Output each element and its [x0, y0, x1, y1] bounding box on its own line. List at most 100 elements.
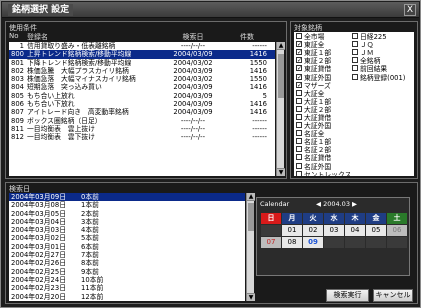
date-value: 2004年02月25日	[11, 267, 66, 276]
list-item[interactable]: 2004年03月05日 2本前	[9, 210, 245, 218]
checkbox[interactable]	[352, 49, 358, 56]
scroll-up-arrow-icon[interactable]: ▲	[247, 193, 255, 201]
calendar-day	[345, 237, 365, 248]
calendar-weekday: 金	[366, 213, 386, 224]
scroll-thumb[interactable]	[278, 54, 284, 98]
checkbox[interactable]	[296, 89, 302, 96]
checkbox[interactable]	[352, 41, 358, 48]
prev-month-icon[interactable]: ◀	[316, 200, 321, 208]
calendar-day[interactable]: 08	[282, 237, 302, 248]
cell-date: 2004/03/09	[173, 66, 213, 75]
column-header-name[interactable]: 登録名	[27, 32, 161, 41]
markets-panel: 対象銘柄 全市場 ✓ 東証全 ✓ 東証１部 ✓ 東証２部 ✓ 東証貸借 ✓ 東証外国 ✓ マザーズ 大証全…	[290, 21, 418, 179]
column-header-no[interactable]: No	[9, 32, 27, 41]
checkbox[interactable]: ✓	[296, 41, 302, 48]
column-header-count[interactable]: 件数	[225, 32, 269, 41]
checkbox[interactable]	[352, 73, 358, 80]
markets-list: 全市場 ✓ 東証全 ✓ 東証１部 ✓ 東証２部 ✓ 東証貸借 ✓ 東証外国 ✓ マザーズ 大証全 大証１部大…	[294, 32, 414, 176]
checkbox[interactable]	[296, 33, 302, 40]
table-row[interactable]: 803 株価急落 大幅マイナスカイリ銘柄 2004/03/02 1550	[9, 75, 275, 83]
cell-date	[161, 166, 225, 174]
calendar-weekday: 月	[282, 213, 302, 224]
list-item[interactable]: 2004年02月26日 8本前	[9, 259, 245, 267]
table-row[interactable]	[9, 142, 275, 150]
checkbox[interactable]	[296, 122, 302, 129]
cell-name	[27, 166, 161, 174]
checkbox[interactable]: ✓	[296, 73, 302, 80]
list-item[interactable]: 2004年03月01日 6本前	[9, 243, 245, 251]
table-row[interactable]	[9, 158, 275, 166]
checkbox[interactable]	[296, 130, 302, 137]
close-button[interactable]: X	[404, 4, 416, 16]
table-row[interactable]: 809 ボックス圏銘柄（日足） ----/--/-- ------	[9, 117, 275, 125]
list-item[interactable]: 2004年02月23日 11本前	[9, 284, 245, 292]
table-row[interactable]: 1 信用貸取り盛み・低表離銘柄 ----/--/-- ------	[9, 42, 275, 50]
calendar-day[interactable]: 02	[303, 225, 323, 236]
checkbox[interactable]	[296, 97, 302, 104]
table-row[interactable]: 805 もち合い上放れ 2004/03/09 5	[9, 92, 275, 100]
calendar-day[interactable]: 07	[261, 237, 281, 248]
title-bar[interactable]: 銘柄選択 設定 X	[2, 2, 419, 18]
scroll-down-arrow-icon[interactable]: ▼	[247, 293, 255, 301]
date-value: 2004年02月23日	[11, 284, 66, 293]
table-row[interactable]: 811 一目均衡表 雲上抜け ----/--/-- ------	[9, 125, 275, 133]
table-row[interactable]: 807 アイトレード向き 高変動率銘柄 2004/03/09 1416	[9, 108, 275, 116]
table-row[interactable]: 812 一目均衡表 雲下抜け ----/--/-- ------	[9, 133, 275, 141]
calendar-day[interactable]: 05	[366, 225, 386, 236]
list-item[interactable]: 2004年03月02日 5本前	[9, 234, 245, 242]
bars-ago: 12本前	[81, 292, 104, 301]
checkbox[interactable]	[296, 162, 302, 169]
checkbox[interactable]: ✓	[296, 57, 302, 64]
list-item[interactable]: 2004年03月04日 3本前	[9, 218, 245, 226]
market-label: セントレックス	[304, 170, 352, 176]
calendar-day[interactable]: 04	[345, 225, 365, 236]
checkbox[interactable]: ✓	[296, 65, 302, 72]
scroll-down-arrow-icon[interactable]: ▼	[277, 168, 285, 176]
table-row[interactable]: 801 下降トレンド銘柄検索/移動平均線 2004/03/02 1550	[9, 59, 275, 67]
checkbox[interactable]	[352, 33, 358, 40]
cell-name: 一目均衡表 雲下抜け	[27, 133, 95, 142]
next-month-icon[interactable]: ▶	[352, 200, 357, 208]
market-checkbox-item[interactable]: 銘柄登録(001)	[352, 72, 405, 82]
search-date-list[interactable]: 2004年03月09日 0本前 2004年03月08日 1本前 2004年03月05日 2…	[9, 193, 245, 301]
table-row[interactable]: 800 上昇トレンド銘柄検索/移動平均線 2004/03/09 1416	[9, 50, 275, 59]
checkbox[interactable]	[296, 113, 302, 120]
table-row[interactable]: 804 短期急落 突っ込み買い 2004/03/09 1416	[9, 83, 275, 91]
list-item[interactable]: 2004年02月20日 12本前	[9, 293, 245, 301]
table-row[interactable]: 802 株価急騰 大幅プラスカイリ銘柄 2004/03/09 1416	[9, 67, 275, 75]
checkbox[interactable]	[352, 57, 358, 64]
cell-date: 2004/03/09	[173, 83, 213, 92]
table-row[interactable]: 806 もち合い下放れ 2004/03/09 1416	[9, 100, 275, 108]
search-execute-button[interactable]: 検索実行	[326, 289, 369, 302]
checkbox[interactable]: ✓	[296, 81, 302, 88]
scroll-up-arrow-icon[interactable]: ▲	[277, 42, 285, 50]
list-item[interactable]: 2004年03月08日 1本前	[9, 201, 245, 209]
table-row[interactable]	[9, 166, 275, 174]
checkbox[interactable]	[352, 65, 358, 72]
checkbox[interactable]	[296, 154, 302, 161]
calendar-day[interactable]: 09	[303, 237, 323, 248]
conditions-scrollbar[interactable]: ▲ ▼	[276, 42, 285, 176]
cancel-button[interactable]: キャンセル	[373, 289, 413, 302]
cell-count: 1416	[249, 100, 267, 109]
checkbox[interactable]	[296, 105, 302, 112]
list-item[interactable]: 2004年02月25日 9本前	[9, 268, 245, 276]
column-header-date[interactable]: 検索日	[161, 32, 225, 41]
table-row[interactable]	[9, 150, 275, 158]
scroll-thumb[interactable]	[248, 203, 254, 231]
cell-name: 短期急落 突っ込み買い	[27, 83, 102, 92]
calendar-day[interactable]: 03	[324, 225, 344, 236]
bars-ago: 5本前	[81, 234, 99, 243]
cell-count: 1416	[249, 83, 267, 92]
conditions-list[interactable]: 1 信用貸取り盛み・低表離銘柄 ----/--/-- ------ 800 上昇トレンド銘…	[9, 42, 275, 176]
checkbox[interactable]	[296, 138, 302, 145]
checkbox[interactable]	[296, 146, 302, 153]
calendar-day[interactable]: 01	[282, 225, 302, 236]
date-scrollbar[interactable]: ▲ ▼	[246, 193, 255, 301]
calendar-day[interactable]: 06	[387, 225, 407, 236]
cell-no: 803	[11, 75, 24, 84]
bars-ago: 2本前	[81, 209, 99, 218]
checkbox[interactable]: ✓	[296, 49, 302, 56]
market-checkbox-item[interactable]: セントレックス	[296, 170, 351, 176]
checkbox[interactable]	[296, 170, 302, 176]
